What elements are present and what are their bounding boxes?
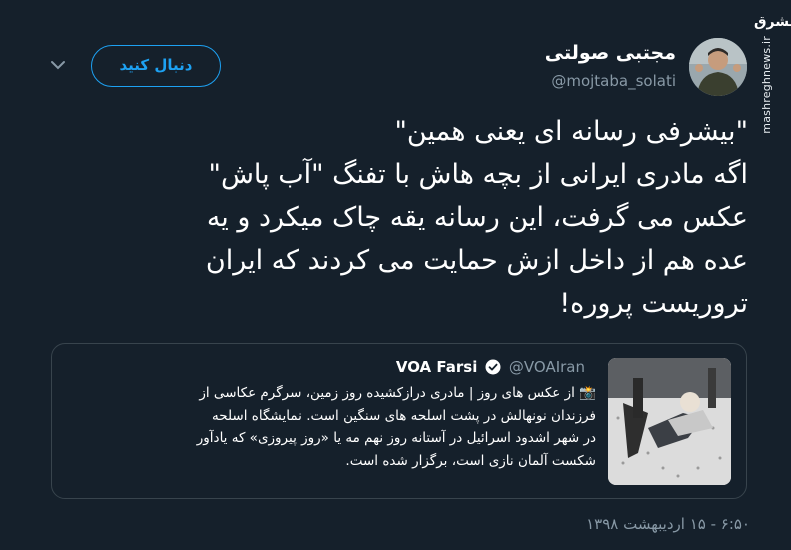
quoted-tweet-text: 📸 از عکس های روز | مادری درازکشیده روز ز…	[61, 382, 596, 472]
tweet-line: تروریست پروره!	[559, 288, 748, 319]
tweet-timestamp[interactable]: ۶:۵۰ - ۱۵ اردیبهشت ۱۳۹۸	[586, 515, 750, 533]
mashregh-logo: مشرق	[754, 14, 791, 30]
watermark: مشرق mashreghnews.ir	[754, 10, 791, 134]
quoted-tweet-image[interactable]	[608, 358, 731, 485]
avatar[interactable]	[689, 38, 747, 96]
verified-badge-icon	[485, 359, 501, 375]
tweet-line: عده هم از داخل ازش حمایت می کردند که ایر…	[205, 245, 748, 276]
quoted-tweet-header: VOA Farsi @VOAIran	[396, 358, 591, 376]
quoted-line: فرزندان نونهالش در پشت اسلحه های سنگین ا…	[212, 407, 596, 424]
quoted-tweet[interactable]: VOA Farsi @VOAIran 📸 از عکس های روز | ما…	[51, 343, 747, 499]
photo-thumbnail	[608, 358, 731, 485]
tweet-line: عکس می گرفت، این رسانه یقه چاک میکرد و ی…	[206, 202, 748, 233]
quoted-author-name[interactable]: VOA Farsi	[396, 358, 477, 376]
quoted-line: 📸 از عکس های روز | مادری درازکشیده روز ز…	[199, 385, 596, 401]
avatar-image	[689, 38, 747, 96]
author-handle[interactable]: @mojtaba_solati	[551, 72, 676, 90]
author-name[interactable]: مجتبی صولتی	[545, 42, 676, 64]
quoted-line: شکست آلمان نازی است، برگزار شده است.	[345, 452, 596, 469]
tweet-text: "بیشرفی رسانه ای یعنی همین" اگه مادری ای…	[40, 110, 748, 325]
chevron-down-icon[interactable]	[50, 60, 66, 70]
follow-button[interactable]: دنبال کنید	[91, 45, 221, 87]
quoted-author-handle[interactable]: @VOAIran	[509, 358, 585, 376]
tweet-line: اگه مادری ایرانی از بچه هاش با تفنگ "آب …	[208, 159, 748, 190]
tweet-line: "بیشرفی رسانه ای یعنی همین"	[394, 116, 748, 147]
watermark-site: mashreghnews.ir	[760, 36, 773, 134]
quoted-line: در شهر اشدود اسرائیل در آستانه روز نهم م…	[196, 430, 596, 446]
